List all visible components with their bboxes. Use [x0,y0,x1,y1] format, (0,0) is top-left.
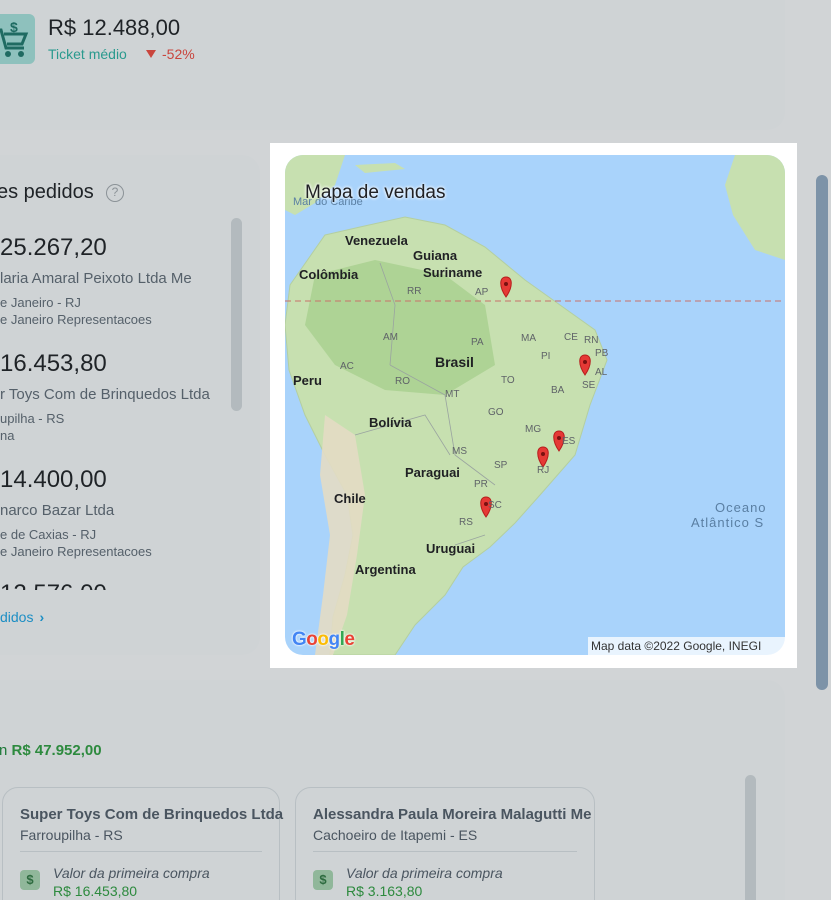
google-logo: Google [292,629,355,650]
help-icon[interactable]: ? [106,184,124,202]
orders-scrollbar[interactable] [231,218,242,411]
map-label: Paraguai [405,465,460,480]
order-city: e de Caxias - RJ [0,527,97,542]
see-orders-link[interactable]: didos › [0,609,44,625]
ticket-medio-change: -52% [146,46,195,62]
order-rep: e Janeiro Representacoes [0,544,152,559]
sales-map[interactable]: Mar do Caribe Venezuela Guiana Suriname … [285,155,785,655]
state-label: GO [488,407,504,418]
map-label: Bolívia [369,415,412,430]
first-purchase-label: Valor da primeira compra [53,865,210,881]
dollar-icon: $ [20,870,40,890]
order-item[interactable]: 12.576,00 [0,580,230,590]
order-item[interactable]: 14.400,00 narco Bazar Ltda e de Caxias -… [0,466,230,559]
order-client: r Toys Com de Brinquedos Ltda [0,386,210,403]
first-purchases-total: n R$ 47.952,00 [0,742,102,759]
client-card[interactable]: Alessandra Paula Moreira Malagutti Me Ca… [295,787,595,900]
map-label: Colômbia [299,267,359,282]
chevron-right-icon: › [39,609,45,625]
change-percent: -52% [162,46,195,62]
state-label: MG [525,424,541,435]
map-label: Atlântico S [691,515,764,530]
client-name: Super Toys Com de Brinquedos Ltda [20,806,284,823]
state-label: PI [541,351,550,362]
order-amount: 16.453,80 [0,350,107,377]
divider [20,851,262,852]
map-label: Brasil [435,354,474,370]
svg-text:$: $ [10,20,18,35]
map-label: Guiana [413,248,458,263]
order-city: upilha - RS [0,411,65,426]
africa-land [725,155,785,260]
order-item[interactable]: 16.453,80 r Toys Com de Brinquedos Ltda … [0,350,230,443]
first-purchase-label: Valor da primeira compra [346,865,503,881]
caribbean-islands [355,163,405,173]
ticket-medio-label: Ticket médio [48,46,127,62]
map-attribution[interactable]: Map data ©2022 Google, INEGI [588,637,785,655]
state-label: SE [582,380,596,391]
map-label: Chile [334,491,366,506]
client-list-scrollbar[interactable] [745,775,756,900]
map-label: Argentina [355,562,416,577]
state-label: CE [564,332,578,343]
state-label: PB [595,348,609,359]
client-name: Alessandra Paula Moreira Malagutti Me [313,806,592,823]
state-label: PA [471,337,484,348]
order-client: laria Amaral Peixoto Ltda Me [0,270,192,287]
cart-dollar-icon: $ [0,14,35,64]
map-title: Mapa de vendas [305,182,446,203]
dollar-icon: $ [313,870,333,890]
total-prefix: n [0,742,8,759]
state-label: RN [584,335,598,346]
order-rep: e Janeiro Representacoes [0,312,152,327]
ticket-medio-value: R$ 12.488,00 [48,15,181,40]
state-label: BA [551,385,565,396]
first-purchase-value: R$ 3.163,80 [346,883,423,899]
map-label: Venezuela [345,233,409,248]
client-card[interactable]: Super Toys Com de Brinquedos Ltda Farrou… [2,787,284,900]
state-label: AL [595,367,608,378]
page-scrollbar[interactable] [816,175,828,690]
map-label: Oceano [715,500,767,515]
order-amount: 12.576,00 [0,580,230,590]
order-city: e Janeiro - RJ [0,295,81,310]
order-client: narco Bazar Ltda [0,502,115,519]
state-label: AM [383,332,398,343]
state-label: MA [521,333,536,344]
total-value: R$ 47.952,00 [11,742,102,759]
map-label: Peru [293,373,322,388]
state-label: RS [459,517,473,528]
down-triangle-icon [146,50,156,58]
order-amount: 25.267,20 [0,234,107,261]
state-label: RJ [537,465,549,476]
state-label: SP [494,460,508,471]
state-label: RR [407,286,421,297]
order-item[interactable]: 25.267,20 laria Amaral Peixoto Ltda Me e… [0,234,230,327]
state-label: TO [501,375,515,386]
state-label: ES [562,436,576,447]
state-label: PR [474,479,488,490]
client-city: Cachoeiro de Itapemi - ES [313,827,478,843]
orders-list[interactable]: 25.267,20 laria Amaral Peixoto Ltda Me e… [0,222,230,590]
state-label: AP [475,287,489,298]
state-label: MS [452,446,467,457]
map-label: Uruguai [426,541,475,556]
map-canvas: Mar do Caribe Venezuela Guiana Suriname … [285,155,785,655]
order-amount: 14.400,00 [0,466,107,493]
first-purchase-value: R$ 16.453,80 [53,883,138,899]
state-label: RO [395,376,410,387]
order-rep: na [0,428,15,443]
state-label: SC [488,500,502,511]
client-city: Farroupilha - RS [20,827,123,843]
map-label: Suriname [423,265,482,280]
orders-title: es pedidos [0,181,94,203]
state-label: AC [340,361,354,372]
state-label: MT [445,389,459,400]
divider [313,851,577,852]
see-orders-label: didos [0,609,34,625]
